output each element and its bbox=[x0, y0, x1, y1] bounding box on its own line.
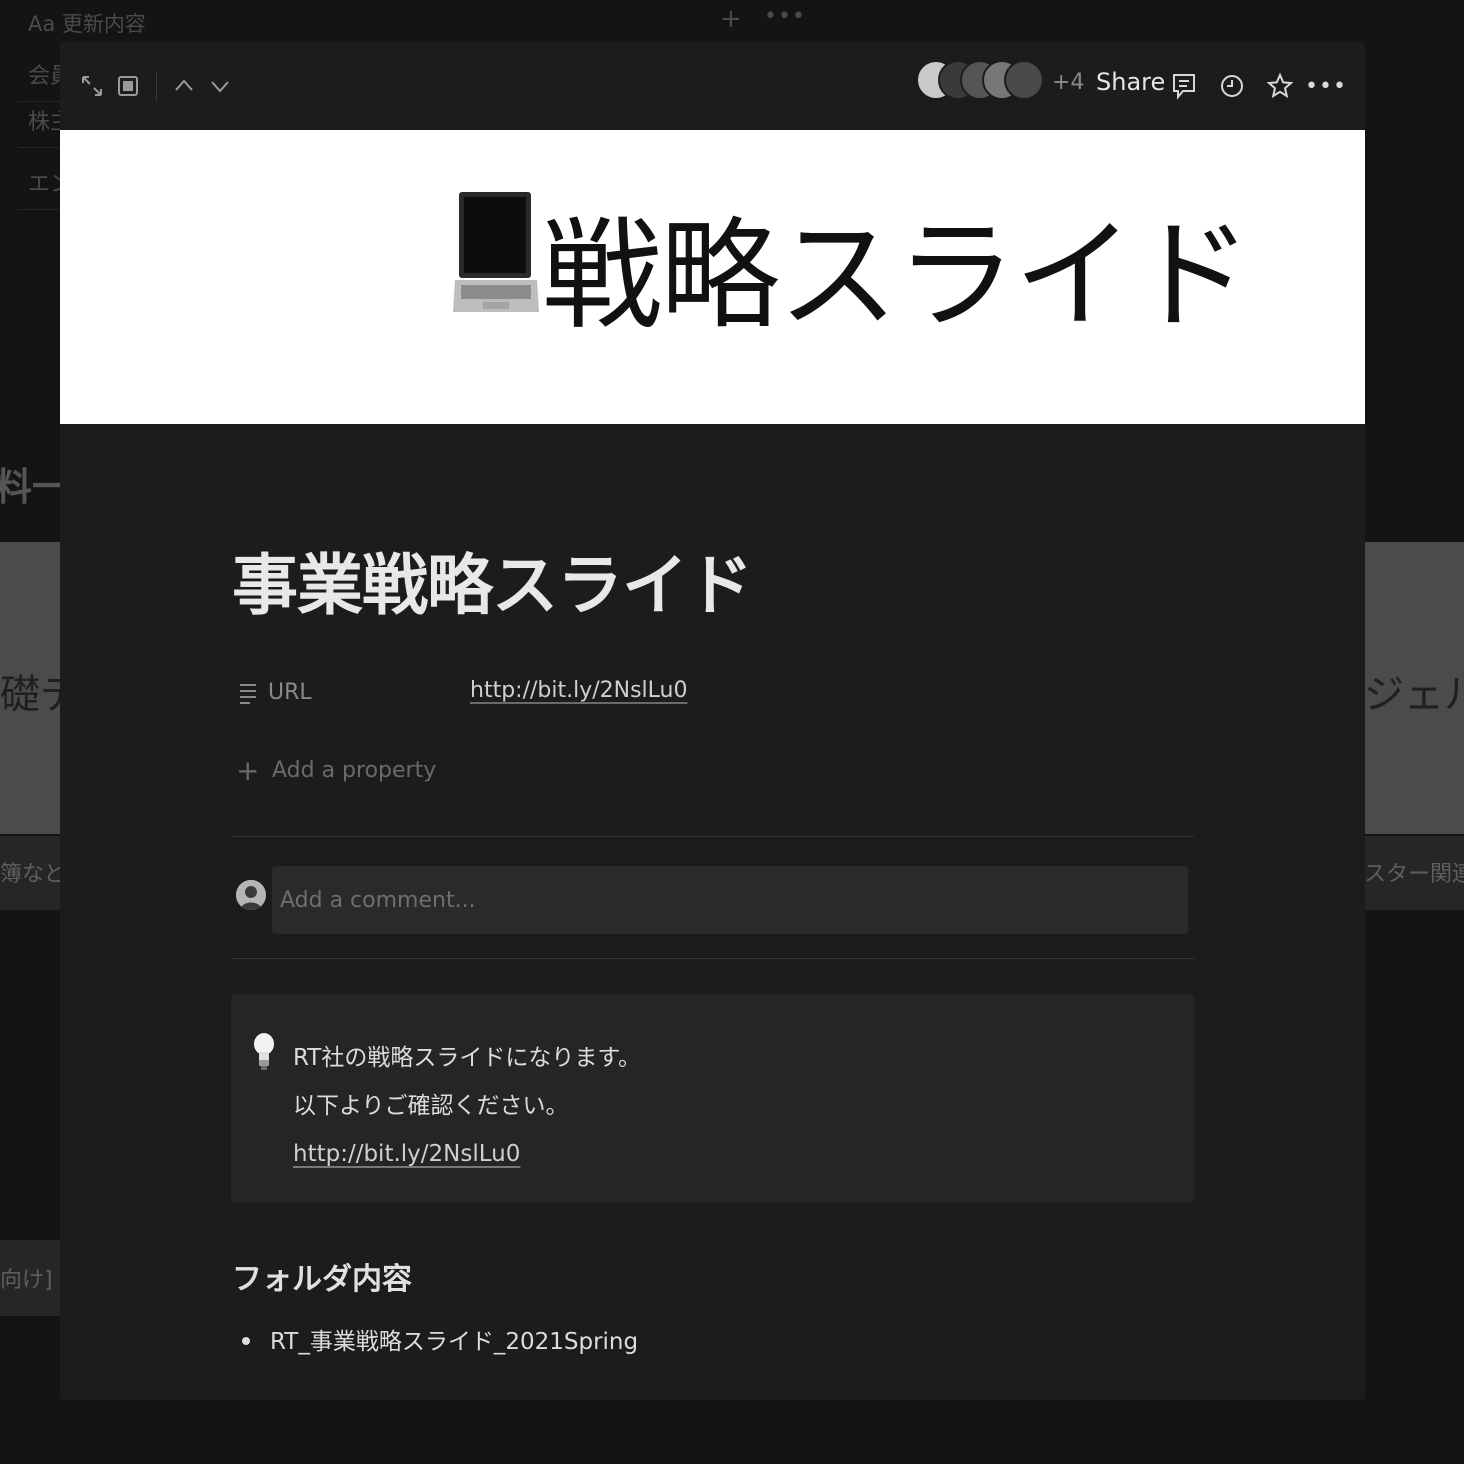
folder-heading[interactable]: フォルダ内容 bbox=[232, 1254, 412, 1298]
extra-collaborators-count[interactable]: +4 bbox=[1052, 70, 1084, 95]
background-card: 礎デ bbox=[0, 542, 60, 834]
lightbulb-icon bbox=[253, 1032, 275, 1076]
add-property-button[interactable]: + Add a property bbox=[232, 752, 532, 792]
background-card-caption: スター関連資 bbox=[1364, 836, 1464, 910]
expand-icon[interactable] bbox=[74, 68, 110, 104]
background-add-icon: + bbox=[720, 4, 742, 34]
background-card-title: ジェル bbox=[1364, 672, 1464, 718]
background-card-title: 礎デ bbox=[0, 672, 60, 718]
text-property-icon bbox=[238, 682, 258, 710]
more-options-icon[interactable]: ••• bbox=[1305, 68, 1346, 104]
page-peek-modal: +4 Share ••• 戦略スライド 事業戦略スライド URL http://… bbox=[60, 42, 1365, 1400]
background-more-icon: ••• bbox=[764, 4, 806, 29]
property-value-link[interactable]: http://bit.ly/2NslLu0 bbox=[470, 678, 687, 703]
avatar bbox=[236, 880, 266, 910]
background-card: ジェル bbox=[1364, 542, 1464, 834]
background-db-title: Aa 更新内容 bbox=[28, 12, 146, 36]
chevron-up-icon[interactable] bbox=[166, 68, 202, 104]
peek-mode-icon[interactable] bbox=[110, 68, 146, 104]
callout-link[interactable]: http://bit.ly/2NslLu0 bbox=[293, 1141, 520, 1167]
divider bbox=[231, 958, 1194, 959]
clock-icon[interactable] bbox=[1214, 68, 1250, 104]
background-card-caption: 簿など bbox=[0, 836, 60, 910]
list-item[interactable]: RT_事業戦略スライド_2021Spring bbox=[242, 1322, 638, 1356]
add-property-label: Add a property bbox=[272, 758, 437, 783]
modal-topbar: +4 Share ••• bbox=[60, 42, 1365, 130]
star-icon[interactable] bbox=[1262, 68, 1298, 104]
callout-block[interactable]: RT社の戦略スライドになります。 以下よりご確認ください。 http://bit… bbox=[231, 994, 1194, 1202]
callout-line: RT社の戦略スライドになります。 bbox=[293, 1045, 642, 1071]
page-title[interactable]: 事業戦略スライド bbox=[232, 532, 753, 628]
divider bbox=[231, 836, 1194, 837]
avatar bbox=[1004, 60, 1044, 100]
background-card-caption: 向け] bbox=[0, 1240, 60, 1316]
comment-input[interactable] bbox=[272, 866, 1188, 934]
chevron-down-icon[interactable] bbox=[202, 68, 238, 104]
comments-icon[interactable] bbox=[1166, 68, 1202, 104]
property-row-url[interactable]: URL http://bit.ly/2NslLu0 bbox=[232, 674, 932, 714]
callout-text: RT社の戦略スライドになります。 以下よりご確認ください。 http://bit… bbox=[293, 1034, 641, 1178]
page-cover[interactable]: 戦略スライド bbox=[60, 130, 1365, 424]
list-item-text: RT_事業戦略スライド_2021Spring bbox=[270, 1329, 639, 1355]
toolbar-separator bbox=[156, 72, 157, 100]
background-db-header: Aa 更新内容 + ••• bbox=[0, 0, 1464, 42]
laptop-icon bbox=[453, 190, 539, 322]
property-name[interactable]: URL bbox=[268, 680, 312, 705]
plus-icon: + bbox=[236, 754, 260, 787]
background-section-heading: 料一式 bbox=[0, 465, 64, 509]
cover-title: 戦略スライド bbox=[542, 207, 1252, 346]
callout-line: 以下よりご確認ください。 bbox=[293, 1093, 569, 1119]
bullet-icon bbox=[242, 1336, 250, 1345]
collaborator-avatars[interactable] bbox=[916, 60, 1046, 108]
share-button[interactable]: Share bbox=[1096, 68, 1165, 96]
